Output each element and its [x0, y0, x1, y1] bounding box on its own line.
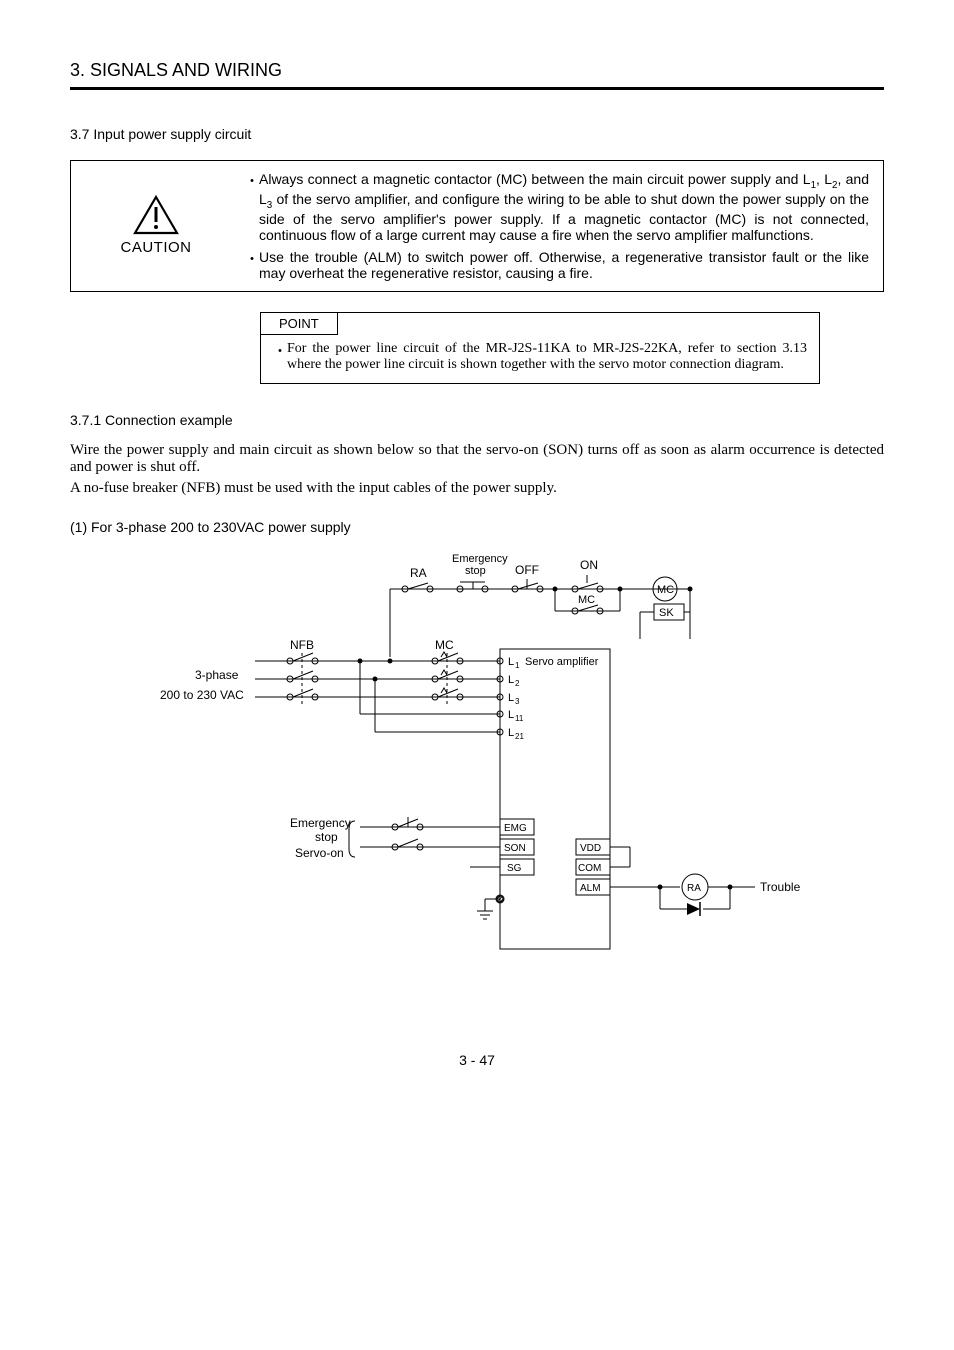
diagram-label-mc-main: MC: [435, 638, 454, 652]
svg-text:1: 1: [515, 661, 520, 670]
section-title: 3.7 Input power supply circuit: [70, 126, 884, 142]
diagram-label-son: SON: [504, 843, 526, 854]
diagram-label-com: COM: [578, 863, 601, 874]
diagram-label-mc-coil: MC: [657, 584, 674, 596]
svg-text:L: L: [508, 692, 514, 704]
svg-text:L: L: [508, 656, 514, 668]
svg-text:3: 3: [515, 697, 520, 706]
svg-text:L: L: [508, 709, 514, 721]
chapter-heading: 3. SIGNALS AND WIRING: [70, 60, 884, 81]
caution-item: ・ Use the trouble (ALM) to switch power …: [245, 249, 869, 281]
svg-text:L: L: [508, 674, 514, 686]
warning-triangle-icon: [133, 195, 179, 235]
main-power-lines: [255, 652, 500, 704]
caution-label: CAUTION: [121, 239, 192, 256]
sub-heading: (1) For 3-phase 200 to 230VAC power supp…: [70, 519, 884, 535]
diagram-label-emg-top2: stop: [465, 565, 486, 577]
diagram-label-nfb: NFB: [290, 638, 314, 652]
svg-text:21: 21: [515, 732, 524, 741]
diagram-label-mc-aux: MC: [578, 594, 595, 606]
diagram-label-servo-on: Servo-on: [295, 846, 344, 860]
diagram-label-sk: SK: [659, 607, 674, 619]
diagram-label-off: OFF: [515, 563, 539, 577]
wiring-diagram: RA Emergency stop OFF ON MC MC SK NFB MC…: [160, 549, 884, 992]
diagram-label-emg-side2: stop: [315, 830, 338, 844]
svg-text:L: L: [508, 727, 514, 739]
diagram-label-emg: EMG: [504, 823, 527, 834]
body-paragraph: Wire the power supply and main circuit a…: [70, 442, 884, 476]
subsection-title: 3.7.1 Connection example: [70, 412, 884, 428]
caution-box: CAUTION ・ Always connect a magnetic cont…: [70, 160, 884, 292]
diagram-label-alm: ALM: [580, 883, 601, 894]
diagram-label-3phase: 3-phase: [195, 668, 239, 682]
diagram-label-servo-amp: Servo amplifier: [525, 656, 599, 668]
diagram-label-ra: RA: [410, 566, 427, 580]
diagram-label-3phase-v: 200 to 230 VAC: [160, 688, 244, 702]
diagram-label-trouble: Trouble: [760, 880, 801, 894]
page-number: 3 - 47: [70, 1052, 884, 1068]
diagram-label-emg-side: Emergency: [290, 816, 351, 830]
caution-item: ・ Always connect a magnetic contactor (M…: [245, 171, 869, 243]
svg-text:2: 2: [515, 679, 520, 688]
point-text: For the power line circuit of the MR-J2S…: [287, 341, 807, 373]
chapter-rule: [70, 87, 884, 90]
body-paragraph: A no-fuse breaker (NFB) must be used wit…: [70, 480, 884, 497]
point-box: POINT ・ For the power line circuit of th…: [260, 312, 820, 384]
diagram-label-ra-coil: RA: [687, 883, 701, 894]
diagram-label-emg-top: Emergency: [452, 553, 508, 565]
caution-icon-area: CAUTION: [71, 161, 241, 291]
diagram-label-sg: SG: [507, 863, 522, 874]
diagram-label-on: ON: [580, 558, 598, 572]
caution-text: ・ Always connect a magnetic contactor (M…: [241, 161, 883, 291]
svg-text:11: 11: [515, 714, 524, 723]
diagram-label-vdd: VDD: [580, 843, 601, 854]
point-label: POINT: [260, 312, 338, 335]
